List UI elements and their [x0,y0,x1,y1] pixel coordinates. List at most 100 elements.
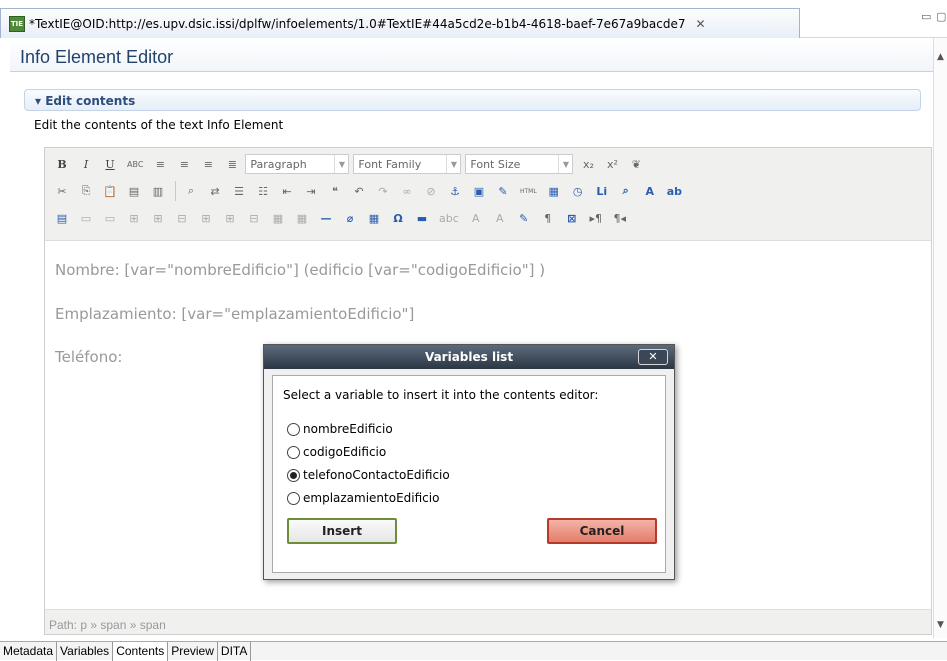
paste-text-icon[interactable]: ▤ [123,180,145,202]
attributes-icon[interactable]: ✎ [513,207,535,229]
content-line-telefono: Teléfono: [55,348,123,366]
insert-row-after-icon[interactable]: ⊞ [147,207,169,229]
editor-page-tabs: Metadata Variables Contents Preview DITA [0,641,947,661]
paste-word-icon[interactable]: ▥ [147,180,169,202]
tab-metadata[interactable]: Metadata [0,642,58,661]
editor-tab-bar: TIE *TextIE@OID:http://es.upv.dsic.issi/… [0,0,947,38]
link-icon[interactable]: ∞ [396,180,418,202]
toolbar-row-1: B I U ABC ≡ ≡ ≡ ≣ Paragraph ▼ Font Famil… [51,151,649,177]
image-icon[interactable]: ▣ [468,180,490,202]
table-props-icon[interactable]: ▤ [51,207,73,229]
variable-option-label: nombreEdificio [303,422,393,436]
close-tab-icon[interactable]: ✕ [695,17,705,31]
cell-props-icon[interactable]: ▭ [99,207,121,229]
edit-contents-section[interactable]: ▾ Edit contents [24,89,921,111]
font-family-select[interactable]: Font Family ▼ [353,154,462,174]
vertical-scrollbar[interactable]: ▲ ▼ [933,38,947,638]
radio-button[interactable] [287,422,300,436]
blockquote-icon[interactable]: ❝ [324,180,346,202]
unlink-icon[interactable]: ⊘ [420,180,442,202]
rtl-icon[interactable]: ¶◂ [609,207,631,229]
visual-aid-icon[interactable]: ▦ [363,207,385,229]
radio-button-selected[interactable] [287,468,300,482]
radio-button[interactable] [287,491,300,505]
style-props-icon[interactable]: abc [435,207,463,229]
variable-option-codigoedificio[interactable]: codigoEdificio [287,445,386,459]
move-forward-icon[interactable]: A [489,207,511,229]
maximize-icon[interactable]: ▢ [936,10,946,23]
scroll-up-icon[interactable]: ▲ [937,52,944,62]
absolute-icon[interactable]: A [465,207,487,229]
insert-date-icon[interactable]: ▦ [543,180,565,202]
bold-button[interactable]: B [51,153,73,175]
show-blocks-button[interactable]: ¶ [537,207,559,229]
minimize-icon[interactable]: ▭ [921,10,931,23]
tab-dita[interactable]: DITA [218,642,252,661]
insert-li-icon[interactable]: Li [591,180,613,202]
paragraph-select[interactable]: Paragraph ▼ [245,154,350,174]
bullet-list-icon[interactable]: ☰ [228,180,250,202]
radio-button[interactable] [287,445,300,459]
horizontal-rule-icon[interactable]: — [315,207,337,229]
collapse-arrow-icon[interactable]: ▾ [35,94,41,108]
font-size-select[interactable]: Font Size ▼ [465,154,574,174]
toolbar-row-2: ✂ ⎘ 📋 ▤ ▥ ⌕ ⇄ ☰ ☷ ⇤ ⇥ ❝ ↶ ↷ ∞ ⊘ ⚓ ▣ ✎ HT… [51,178,688,204]
insert-col-before-icon[interactable]: ⊞ [195,207,217,229]
undo-icon[interactable]: ↶ [348,180,370,202]
editor-tab[interactable]: TIE *TextIE@OID:http://es.upv.dsic.issi/… [0,8,800,38]
find-icon[interactable]: ⌕ [180,180,202,202]
delete-col-icon[interactable]: ⊟ [243,207,265,229]
section-description: Edit the contents of the text Info Eleme… [34,118,284,132]
dialog-close-button[interactable]: ✕ [638,349,668,365]
align-center-icon[interactable]: ≡ [173,153,195,175]
redo-icon[interactable]: ↷ [372,180,394,202]
insert-time-icon[interactable]: ◷ [567,180,589,202]
row-props-icon[interactable]: ▭ [75,207,97,229]
insert-col-after-icon[interactable]: ⊞ [219,207,241,229]
outdent-icon[interactable]: ⇤ [276,180,298,202]
split-cells-icon[interactable]: ▦ [267,207,289,229]
tab-preview[interactable]: Preview [168,642,218,661]
paragraph-select-value: Paragraph [250,157,307,171]
align-justify-icon[interactable]: ≣ [221,153,243,175]
anchor-icon[interactable]: ⚓ [444,180,466,202]
variable-option-emplazamientoedificio[interactable]: emplazamientoEdificio [287,491,439,505]
section-title-label: Edit contents [45,94,136,108]
underline-button[interactable]: U [99,153,121,175]
tab-variables[interactable]: Variables [57,642,114,661]
remove-format-icon[interactable]: ⌀ [339,207,361,229]
delete-row-icon[interactable]: ⊟ [171,207,193,229]
numbered-list-icon[interactable]: ☷ [252,180,274,202]
background-color-icon[interactable]: ab [663,180,686,202]
insert-button[interactable]: Insert [287,518,397,544]
variable-option-telefonocontactoedificio[interactable]: telefonoContactoEdificio [287,468,450,482]
special-char-button[interactable]: Ω [387,207,409,229]
preview-icon[interactable]: ⌕ [615,180,637,202]
variable-option-nombreedificio[interactable]: nombreEdificio [287,422,393,436]
nonbreaking-icon[interactable]: ⊠ [561,207,583,229]
replace-icon[interactable]: ⇄ [204,180,226,202]
italic-button[interactable]: I [75,153,97,175]
insert-row-before-icon[interactable]: ⊞ [123,207,145,229]
align-left-icon[interactable]: ≡ [149,153,171,175]
styles-icon[interactable]: ❦ [625,153,647,175]
scroll-down-icon[interactable]: ▼ [937,620,944,630]
html-source-button[interactable]: HTML [516,180,541,202]
text-color-icon[interactable]: A [639,180,661,202]
cleanup-icon[interactable]: ✎ [492,180,514,202]
cut-icon[interactable]: ✂ [51,180,73,202]
insert-layer-icon[interactable]: ▬ [411,207,433,229]
cancel-button[interactable]: Cancel [547,518,657,544]
tab-contents[interactable]: Contents [113,642,169,661]
strikethrough-button[interactable]: ABC [123,153,147,175]
paste-icon[interactable]: 📋 [99,180,121,202]
section-title[interactable]: ▾ Edit contents [35,94,135,108]
toolbar-separator [175,181,176,201]
indent-icon[interactable]: ⇥ [300,180,322,202]
merge-cells-icon[interactable]: ▦ [291,207,313,229]
subscript-button[interactable]: x₂ [577,153,599,175]
align-right-icon[interactable]: ≡ [197,153,219,175]
superscript-button[interactable]: x² [601,153,623,175]
ltr-icon[interactable]: ▸¶ [585,207,607,229]
copy-icon[interactable]: ⎘ [75,180,97,202]
